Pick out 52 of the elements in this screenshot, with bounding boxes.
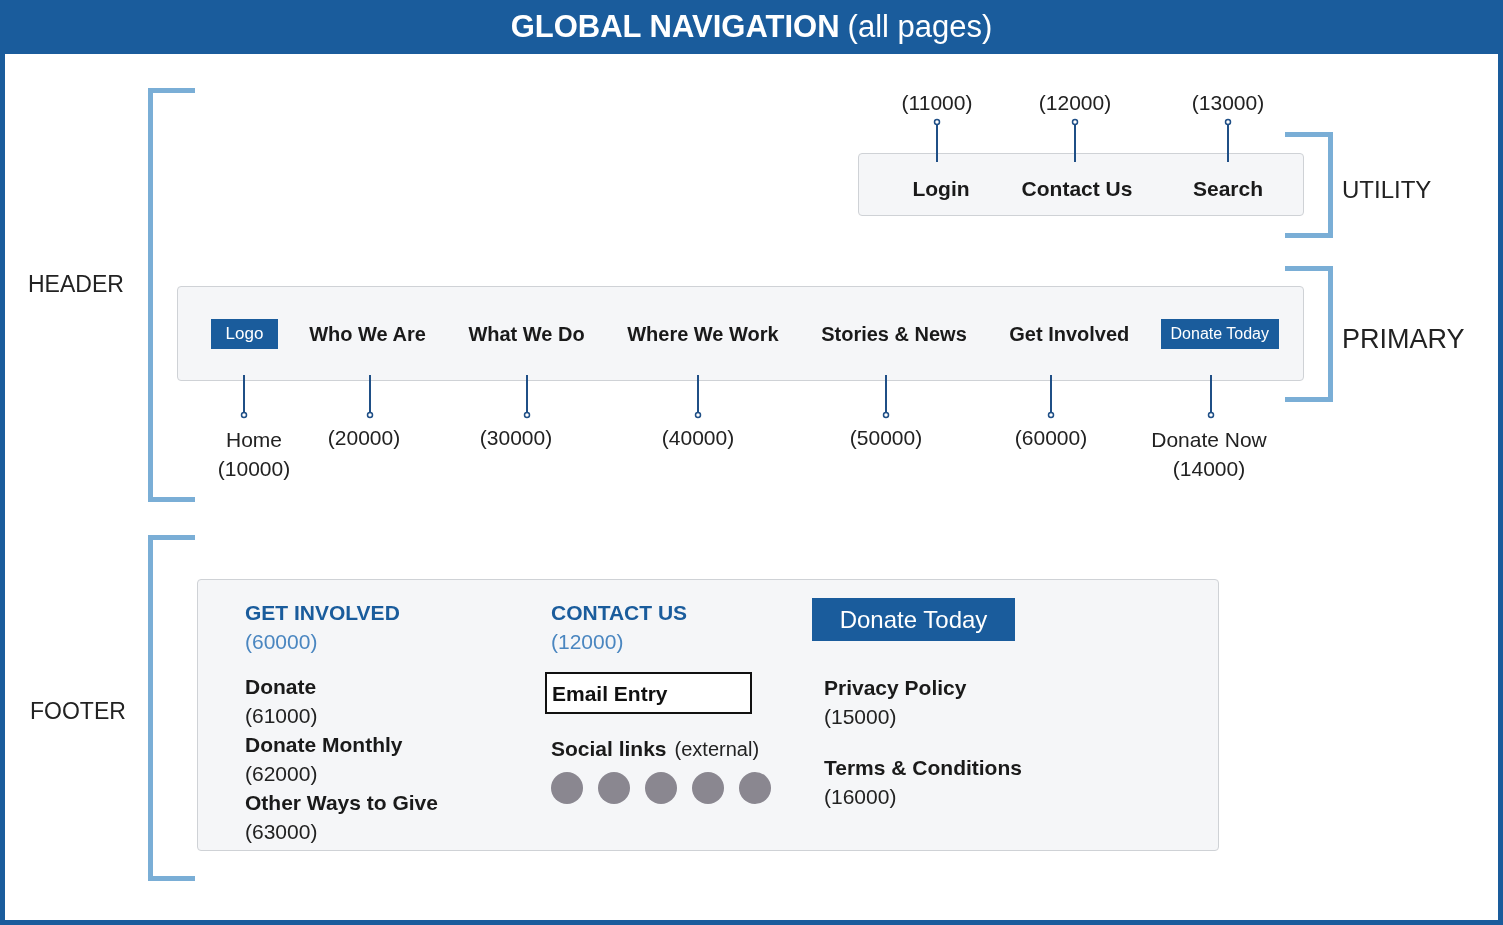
social-icon[interactable] (645, 772, 677, 804)
nav-code: (62000) (245, 761, 319, 787)
email-field[interactable]: Email Entry (545, 672, 752, 714)
column-heading: GET INVOLVED (245, 600, 401, 626)
nav-code: (40000) (661, 425, 735, 451)
nav-code: (30000) (479, 425, 553, 451)
footer-link[interactable]: Donate Monthly (245, 730, 504, 759)
nav-code: (50000) (849, 425, 923, 451)
footer-link[interactable]: Donate (245, 672, 504, 701)
nav-code: (12000) (550, 629, 625, 655)
social-icon[interactable] (551, 772, 583, 804)
social-icon[interactable] (739, 772, 771, 804)
primary-nav-link[interactable]: Get Involved (1009, 318, 1130, 349)
social-icon[interactable] (692, 772, 724, 804)
primary-nav-link[interactable]: Stories & News (821, 318, 967, 349)
section-label: HEADER (28, 270, 124, 299)
social-note: (external) (674, 737, 760, 762)
nav-code: (60000) (1014, 425, 1088, 451)
donate-button[interactable]: Donate Today (1160, 318, 1279, 349)
nav-code: (61000) (245, 703, 319, 729)
nav-code: Home (10000) (217, 427, 291, 482)
social-icon[interactable] (598, 772, 630, 804)
title-text: GLOBAL NAVIGATION (510, 7, 840, 46)
donate-button[interactable]: Donate Today (812, 598, 1015, 641)
primary-nav-link[interactable]: What We Do (468, 318, 585, 349)
footer-link[interactable]: Terms & Conditions (824, 753, 1022, 782)
title-note: (all pages) (847, 7, 993, 46)
connector-line (933, 118, 941, 162)
logo-button[interactable]: Logo (211, 318, 278, 349)
nav-code: (13000) (1191, 90, 1265, 116)
social-label: Social links (551, 736, 667, 762)
primary-nav-link[interactable]: Where We Work (627, 318, 779, 349)
utility-link[interactable]: Search (1193, 173, 1263, 205)
nav-code: Donate Now (14000) (1151, 427, 1267, 482)
connector-line (1224, 118, 1232, 162)
section-label: PRIMARY (1342, 323, 1465, 356)
connector-line (1071, 118, 1079, 162)
section-label: FOOTER (30, 697, 126, 726)
nav-code: (20000) (327, 425, 401, 451)
nav-code: (16000) (824, 784, 898, 810)
nav-code: (63000) (245, 819, 319, 845)
primary-nav-link[interactable]: Who We Are (309, 318, 426, 349)
nav-code: (60000) (245, 629, 319, 655)
footer-link[interactable]: Other Ways to Give (245, 788, 504, 817)
nav-code: (15000) (824, 704, 898, 730)
column-heading: CONTACT US (550, 600, 689, 626)
nav-code: (11000) (901, 90, 973, 116)
utility-link[interactable]: Login (912, 173, 970, 205)
utility-link[interactable]: Contact Us (1021, 173, 1133, 205)
section-label: UTILITY (1342, 175, 1432, 205)
nav-code: (12000) (1038, 90, 1112, 116)
footer-link[interactable]: Privacy Policy (824, 673, 1022, 702)
